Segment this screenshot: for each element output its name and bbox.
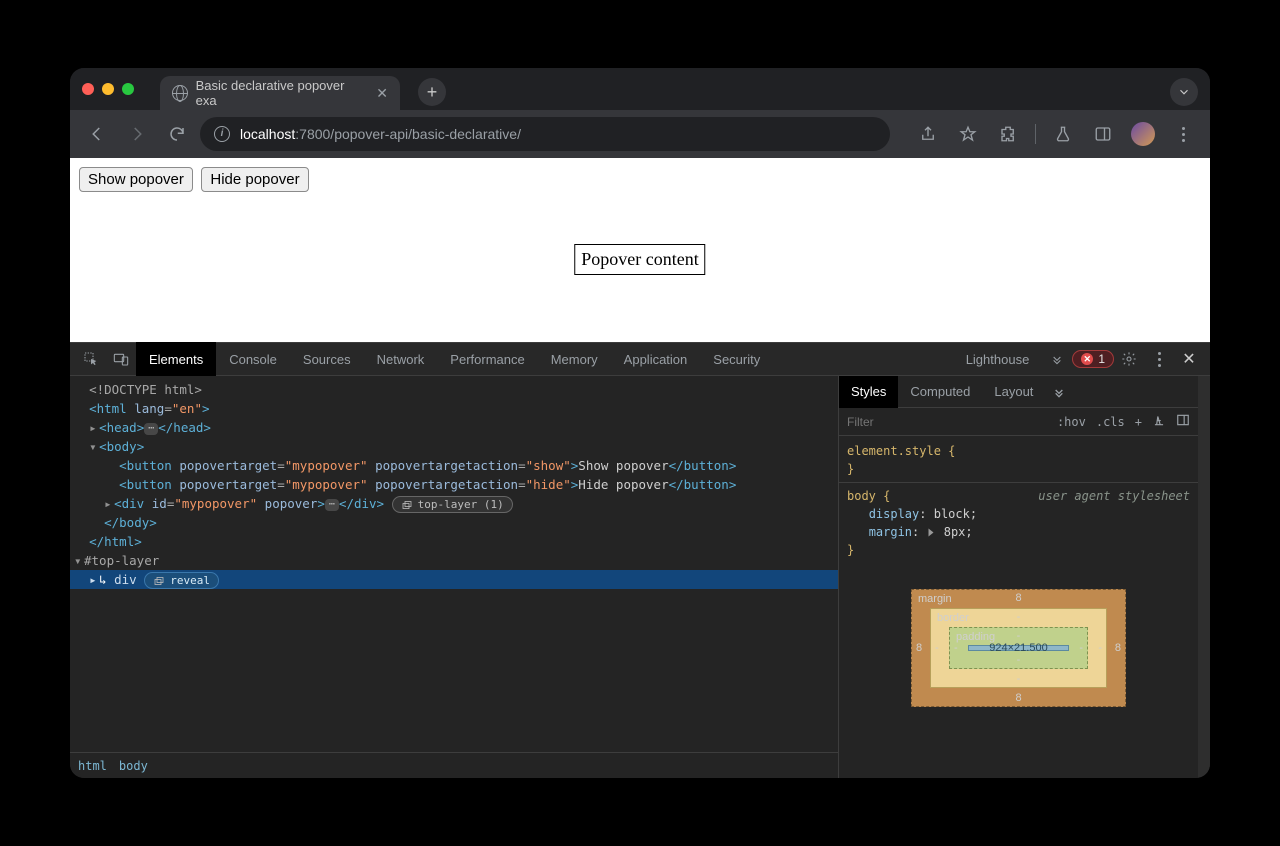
reload-button[interactable] (160, 117, 194, 151)
devtools-menu-icon[interactable] (1144, 344, 1174, 374)
popover-content: Popover content (574, 244, 705, 275)
tab-console[interactable]: Console (216, 342, 290, 376)
hide-popover-button[interactable]: Hide popover (201, 167, 308, 192)
tab-performance[interactable]: Performance (437, 342, 537, 376)
maximize-window-icon[interactable] (122, 83, 134, 95)
tab-close-icon[interactable]: ✕ (376, 85, 388, 102)
tab-lighthouse[interactable]: Lighthouse (953, 342, 1043, 376)
more-panes-icon[interactable] (1045, 376, 1073, 408)
style-rules[interactable]: element.style { } body {user agent style… (839, 436, 1198, 565)
hov-toggle[interactable]: :hov (1057, 415, 1086, 429)
box-margin-label: margin (918, 593, 952, 605)
back-button[interactable] (80, 117, 114, 151)
labs-icon[interactable] (1046, 117, 1080, 151)
tab-styles[interactable]: Styles (839, 376, 898, 408)
page-viewport: Show popover Hide popover Popover conten… (70, 158, 1210, 342)
globe-icon (172, 85, 188, 101)
toggle-panel-icon[interactable] (1176, 413, 1190, 430)
devtools-close-icon[interactable]: ✕ (1174, 344, 1204, 374)
address-bar[interactable]: localhost:7800/popover-api/basic-declara… (200, 117, 890, 151)
tab-title: Basic declarative popover exa (196, 78, 365, 108)
reveal-badge[interactable]: reveal (144, 572, 219, 589)
dom-selected-row[interactable]: ▸↳ div reveal (70, 570, 838, 589)
new-tab-button[interactable]: + (418, 78, 446, 106)
box-border-label: border (937, 612, 969, 624)
box-content: 924×21.500 (968, 645, 1069, 651)
elements-panel: <!DOCTYPE html> <html lang="en"> ▸<head>… (70, 376, 838, 778)
tabs-overflow-icon[interactable] (1170, 78, 1198, 106)
share-icon[interactable] (911, 117, 945, 151)
tab-elements[interactable]: Elements (136, 342, 216, 376)
dom-tree[interactable]: <!DOCTYPE html> <html lang="en"> ▸<head>… (70, 376, 838, 752)
tab-layout[interactable]: Layout (982, 376, 1045, 408)
side-panel-icon[interactable] (1086, 117, 1120, 151)
styles-filter-input[interactable] (847, 415, 1047, 429)
scrollbar[interactable] (1198, 376, 1210, 778)
browser-window: Basic declarative popover exa ✕ + localh… (70, 68, 1210, 778)
tab-network[interactable]: Network (364, 342, 438, 376)
inspect-icon[interactable] (76, 344, 106, 374)
crumb-html[interactable]: html (78, 759, 107, 773)
minimize-window-icon[interactable] (102, 83, 114, 95)
color-icon[interactable] (1152, 413, 1166, 430)
browser-tab[interactable]: Basic declarative popover exa ✕ (160, 76, 400, 110)
tab-security[interactable]: Security (700, 342, 773, 376)
titlebar: Basic declarative popover exa ✕ + (70, 68, 1210, 110)
tab-memory[interactable]: Memory (538, 342, 611, 376)
box-model: margin 8 8 8 8 border - - - - (839, 565, 1198, 778)
devtools: Elements Console Sources Network Perform… (70, 342, 1210, 778)
breadcrumb[interactable]: html body (70, 752, 838, 778)
site-info-icon[interactable] (214, 126, 230, 142)
device-mode-icon[interactable] (106, 344, 136, 374)
browser-toolbar: localhost:7800/popover-api/basic-declara… (70, 110, 1210, 158)
tab-computed[interactable]: Computed (898, 376, 982, 408)
menu-icon[interactable] (1166, 117, 1200, 151)
show-popover-button[interactable]: Show popover (79, 167, 193, 192)
profile-avatar[interactable] (1126, 117, 1160, 151)
error-badge[interactable]: ✕1 (1072, 350, 1114, 368)
forward-button[interactable] (120, 117, 154, 151)
styles-panel: Styles Computed Layout :hov .cls + eleme… (838, 376, 1198, 778)
tab-application[interactable]: Application (611, 342, 701, 376)
cls-toggle[interactable]: .cls (1096, 415, 1125, 429)
settings-icon[interactable] (1114, 344, 1144, 374)
devtools-tabbar: Elements Console Sources Network Perform… (70, 342, 1210, 376)
crumb-body[interactable]: body (119, 759, 148, 773)
url-text: localhost:7800/popover-api/basic-declara… (240, 126, 521, 142)
extensions-icon[interactable] (991, 117, 1025, 151)
bookmark-icon[interactable] (951, 117, 985, 151)
more-tabs-icon[interactable] (1042, 344, 1072, 374)
tab-sources[interactable]: Sources (290, 342, 364, 376)
new-rule-icon[interactable]: + (1135, 415, 1142, 429)
divider (1035, 124, 1036, 144)
window-controls (82, 83, 134, 95)
close-window-icon[interactable] (82, 83, 94, 95)
top-layer-badge[interactable]: top-layer (1) (392, 496, 513, 513)
